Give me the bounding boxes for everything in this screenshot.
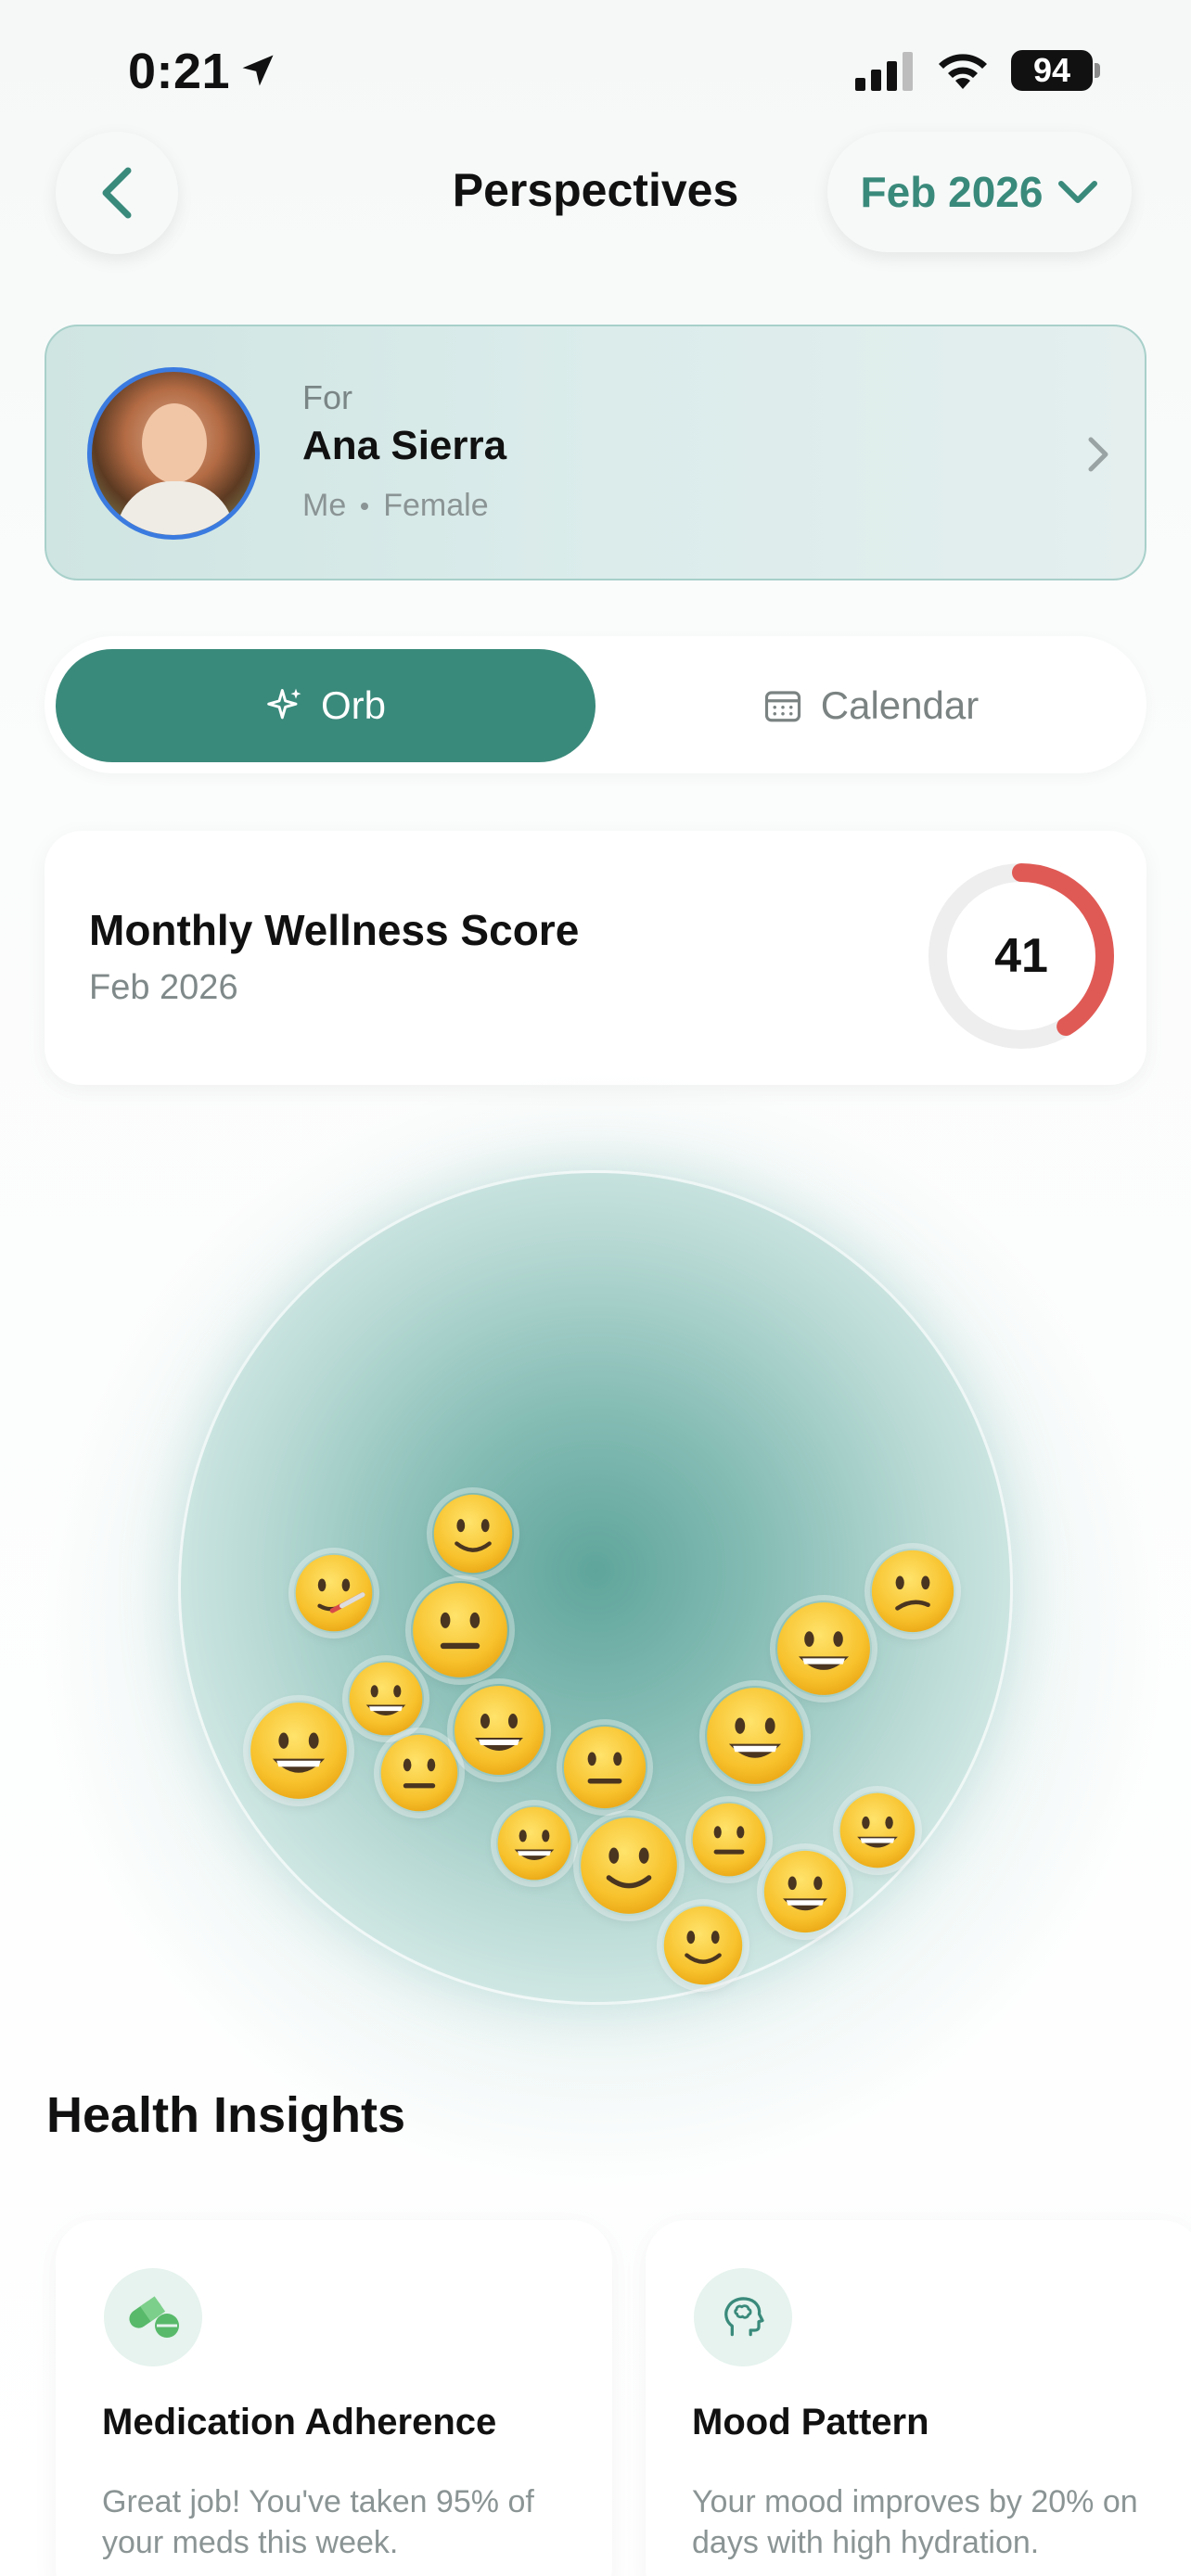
mood-emoji-grinning[interactable] — [496, 1805, 572, 1881]
profile-for-label: For — [302, 378, 352, 416]
mood-emoji-grinning[interactable] — [705, 1686, 805, 1786]
insight-icon-bg — [694, 2268, 792, 2366]
month-selector-button[interactable]: Feb 2026 — [827, 132, 1132, 252]
profile-card[interactable]: For Ana Sierra Me Female — [45, 325, 1146, 580]
mood-emoji-grinning[interactable] — [249, 1701, 349, 1801]
profile-gender: Female — [383, 488, 489, 523]
profile-meta: Me Female — [302, 488, 489, 524]
pill-icon — [129, 2296, 179, 2338]
brain-icon — [724, 2297, 764, 2337]
mood-emoji-neutral[interactable] — [379, 1733, 459, 1813]
chevron-left-icon — [102, 167, 132, 219]
mood-emoji-grinning[interactable] — [775, 1600, 872, 1697]
chevron-right-icon — [1088, 437, 1108, 472]
profile-relation: Me — [302, 488, 347, 523]
mood-emoji-grinning[interactable] — [348, 1661, 424, 1737]
perspectives-screen: 0:21 94 Perspectives Feb 2026 For Ana Si… — [0, 0, 1191, 2576]
mood-emoji-neutral[interactable] — [562, 1725, 647, 1810]
insight-card-medication[interactable]: Medication Adherence Great job! You've t… — [56, 2220, 612, 2576]
mood-emoji-sick-thermometer[interactable] — [294, 1553, 374, 1633]
calendar-icon — [764, 691, 800, 722]
avatar-face — [142, 403, 207, 483]
avatar — [87, 367, 260, 540]
wellness-title: Monthly Wellness Score — [89, 906, 580, 954]
month-selector-label: Feb 2026 — [860, 168, 1044, 216]
view-mode-toggle: Orb Calendar — [45, 636, 1146, 773]
avatar-body — [116, 481, 235, 535]
profile-name: Ana Sierra — [302, 423, 507, 468]
mood-emoji-grinning[interactable] — [453, 1684, 545, 1777]
tab-calendar-label: Calendar — [820, 683, 980, 727]
mood-emoji-neutral[interactable] — [411, 1581, 509, 1679]
location-arrow-icon — [242, 55, 274, 86]
health-insights-title: Health Insights — [46, 2087, 406, 2143]
wellness-score-value: 41 — [994, 929, 1048, 983]
tab-orb[interactable]: Orb — [56, 649, 596, 762]
status-time: 0:21 — [128, 44, 231, 99]
cellular-signal-icon — [855, 52, 913, 91]
mood-emoji-grinning[interactable] — [839, 1792, 916, 1869]
battery-nub — [1095, 63, 1100, 78]
battery-indicator: 94 — [1011, 50, 1093, 91]
back-button[interactable] — [56, 132, 178, 254]
mood-emoji-neutral[interactable] — [691, 1802, 767, 1878]
mood-emoji-confused[interactable] — [870, 1549, 955, 1634]
tab-orb-label: Orb — [320, 683, 386, 727]
chevron-down-icon — [1058, 181, 1098, 203]
insight-description: Great job! You've taken 95% of your meds… — [102, 2484, 534, 2560]
insight-card-mood[interactable]: Mood Pattern Your mood improves by 20% o… — [646, 2220, 1191, 2576]
mood-emoji-smiling[interactable] — [579, 1816, 679, 1916]
insight-description: Your mood improves by 20% on days with h… — [692, 2484, 1138, 2560]
tab-calendar[interactable]: Calendar — [607, 649, 1135, 762]
mood-emoji-smiling[interactable] — [432, 1493, 514, 1575]
insight-title: Mood Pattern — [692, 2402, 929, 2442]
wellness-score-card[interactable]: Monthly Wellness Score Feb 2026 41 — [45, 831, 1146, 1085]
separator-dot — [361, 502, 369, 510]
mood-emoji-grinning[interactable] — [762, 1849, 848, 1934]
status-bar: 0:21 94 — [0, 37, 1191, 102]
wifi-icon — [939, 54, 987, 89]
mood-emoji-smiling[interactable] — [662, 1905, 744, 1986]
page-title: Perspectives — [452, 164, 739, 216]
insight-icon-bg — [104, 2268, 202, 2366]
sparkles-icon — [267, 688, 301, 720]
wellness-date: Feb 2026 — [89, 968, 238, 1007]
insight-title: Medication Adherence — [102, 2402, 497, 2442]
